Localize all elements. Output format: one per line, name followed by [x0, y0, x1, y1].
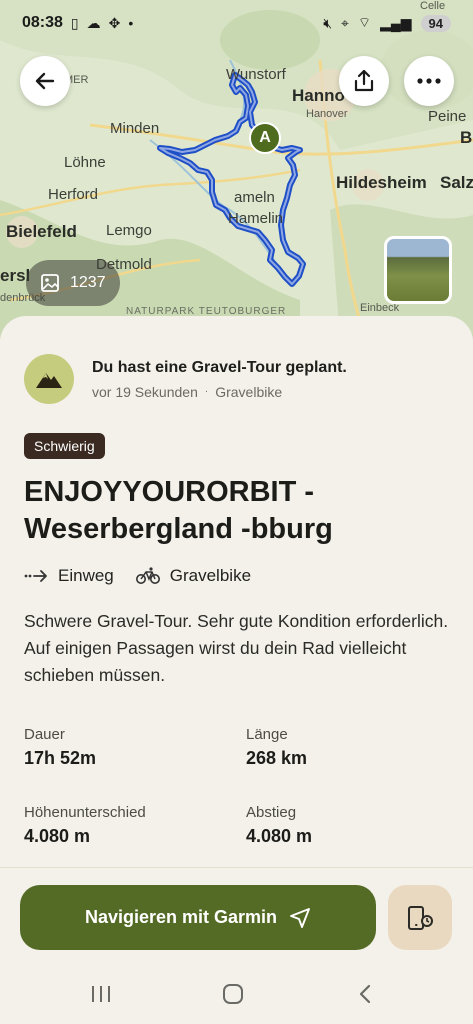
navigate-garmin-label: Navigieren mit Garmin	[84, 907, 278, 927]
map-label-hamelin: Hamelin	[228, 210, 284, 227]
status-notification-icons: ▯ ☁ ✥ •	[71, 15, 133, 32]
photo-thumbnail[interactable]	[384, 236, 452, 304]
start-marker[interactable]: A	[249, 122, 281, 154]
stat-duration-value: 17h 52m	[24, 748, 97, 768]
tour-direction: Einweg	[58, 566, 114, 585]
battery-indicator: 94	[420, 14, 451, 32]
stat-descent: Abstieg 4.080 m	[246, 804, 456, 847]
photo-count-value: 1237	[70, 274, 106, 291]
tour-sport: Gravelbike	[169, 566, 252, 585]
map-label-b: B	[460, 128, 473, 147]
dropbox-icon: ✥	[108, 14, 121, 31]
map-label-peine: Peine	[428, 108, 467, 125]
recent-apps-icon[interactable]	[90, 984, 112, 1009]
send-to-device-button[interactable]	[388, 885, 452, 950]
map-label-salz: Salz	[440, 173, 473, 192]
stat-elevation-value: 4.080 m	[24, 826, 91, 846]
one-way-arrow-icon	[24, 570, 47, 582]
map-label-herford: Herford	[48, 186, 99, 203]
device-sync-icon	[408, 905, 433, 930]
status-time: 08:38	[22, 14, 63, 31]
cloud-icon: ☁	[86, 14, 101, 31]
navigate-garmin-button[interactable]: Navigieren mit Garmin	[20, 885, 376, 950]
map-label-lemgo: Lemgo	[106, 222, 152, 239]
sim-icon: ▯	[70, 14, 79, 31]
tour-attributes: Einweg Gravelbike	[24, 566, 273, 586]
notice-separator: ·	[204, 386, 209, 397]
home-icon[interactable]	[222, 984, 244, 1009]
notice-time: vor 19 Sekunden	[92, 383, 198, 400]
image-icon	[41, 274, 59, 292]
notice-title: Du hast eine Gravel-Tour geplant.	[92, 358, 347, 376]
difficulty-badge: Schwierig	[24, 433, 105, 459]
map-label-hameln: ameln	[234, 189, 275, 206]
share-icon	[354, 69, 374, 92]
stat-descent-value: 4.080 m	[246, 826, 313, 846]
system-navigation-bar	[0, 978, 473, 1018]
stat-length: Länge 268 km	[246, 726, 456, 769]
stat-duration-label: Dauer	[24, 726, 65, 743]
mute-icon: 🔇︎	[323, 14, 333, 31]
status-bar: 08:38 ▯ ☁ ✥ • 🔇︎ ⌖ ⌔ ▂▄▆ 94	[0, 0, 473, 46]
stat-elevation-label: Höhenunterschied	[24, 804, 146, 821]
arrow-left-icon	[35, 72, 55, 90]
more-horizontal-icon	[417, 78, 441, 84]
stat-length-value: 268 km	[246, 748, 308, 768]
more-options-button[interactable]	[404, 56, 454, 106]
location-icon: ⌖	[341, 14, 349, 31]
navigation-arrow-icon	[290, 907, 310, 928]
map-label-loehne: Löhne	[64, 154, 106, 171]
tour-title: ENJOYYOURORBIT - Weserbergland -bburg	[24, 476, 333, 545]
signal-icon: ▂▄▆	[380, 14, 412, 31]
map-label-hannover: Hanno	[292, 86, 345, 105]
share-button[interactable]	[339, 56, 389, 106]
map-label-wunstorf: Wunstorf	[226, 66, 286, 83]
stat-elevation: Höhenunterschied 4.080 m	[24, 804, 234, 847]
bicycle-icon	[135, 567, 160, 584]
activity-notice: Du hast eine Gravel-Tour geplant. vor 19…	[24, 354, 347, 404]
map-label-hildesheim: Hildesheim	[336, 173, 427, 192]
stat-length-label: Länge	[246, 726, 288, 743]
map-label-minden: Minden	[110, 120, 160, 137]
back-button[interactable]	[20, 56, 70, 106]
stat-descent-label: Abstieg	[246, 804, 297, 821]
dot-icon: •	[128, 15, 134, 31]
photo-count-button[interactable]: 1237	[26, 260, 120, 306]
wifi-icon: ⌔	[357, 14, 372, 30]
mountain-avatar-icon	[24, 354, 74, 404]
tour-description: Schwere Gravel-Tour. Sehr gute Kondition…	[24, 611, 449, 685]
notice-sport: Gravelbike	[215, 383, 283, 400]
map-label-hanover: Hanover	[306, 108, 348, 120]
bottom-action-bar: Navigieren mit Garmin	[0, 867, 473, 1024]
map-label-bielefeld: Bielefeld	[6, 222, 77, 241]
stat-duration: Dauer 17h 52m	[24, 726, 234, 769]
back-nav-icon[interactable]	[356, 984, 374, 1009]
